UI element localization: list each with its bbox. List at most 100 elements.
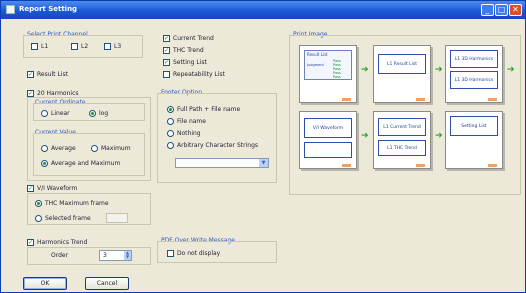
checkbox-box: ✓ — [163, 59, 170, 66]
order-label: Order — [51, 252, 69, 259]
radio-dot — [167, 106, 174, 113]
radio-label: Average — [51, 145, 76, 152]
radio-label: Average and Maximum — [51, 160, 121, 167]
radio-label: Linear — [51, 110, 70, 117]
page-tag — [416, 164, 425, 167]
radio-dot — [35, 200, 42, 207]
footer-fullpath-radio[interactable]: Full Path + File name — [167, 106, 240, 113]
panel-caption: Setting List — [450, 116, 498, 136]
page-tag — [488, 98, 497, 101]
checkbox-box: ✓ — [27, 239, 34, 246]
footer-string-dropdown[interactable]: ▼ — [175, 158, 269, 168]
selected-frame-input[interactable] — [106, 213, 128, 223]
radio-label: File name — [177, 118, 206, 125]
page-tag — [488, 164, 497, 167]
judgment-value: Pass — [333, 75, 341, 79]
checkbox-box: ✓ — [27, 90, 34, 97]
checkbox-label: Harmonics Trend — [37, 239, 88, 246]
cancel-button[interactable]: Cancel — [85, 277, 129, 290]
preview-panel-l1-harmonics: L1 3D Harmonics L1 3D Harmonics — [445, 45, 503, 103]
radio-label: Arbitrary Character Strings — [177, 142, 259, 149]
radio-dot — [41, 145, 48, 152]
page-tag — [342, 98, 351, 101]
radio-dot — [91, 145, 98, 152]
checkbox-box: ✓ — [27, 71, 34, 78]
value-maximum-radio[interactable]: Maximum — [91, 145, 131, 152]
channel-l1-checkbox[interactable]: L1 — [31, 43, 48, 50]
order-stepper[interactable]: 3 ▲ ▼ — [99, 250, 132, 261]
page-tag — [416, 98, 425, 101]
radio-label: THC Maximum frame — [45, 200, 109, 207]
thc-max-frame-radio[interactable]: THC Maximum frame — [35, 200, 109, 207]
checkbox-label: 20 Harmonics — [37, 90, 79, 97]
checkbox-box — [104, 43, 111, 50]
preview-panel-setting-list: Setting List — [445, 111, 503, 169]
ordinate-linear-radio[interactable]: Linear — [41, 110, 70, 117]
footer-arbitrary-radio[interactable]: Arbitrary Character Strings — [167, 142, 258, 149]
close-button[interactable]: ✕ — [509, 4, 522, 16]
checkbox-box — [167, 250, 174, 257]
panel-caption: L1 Result List — [378, 54, 426, 74]
checkbox-label: V/I Waveform — [37, 185, 78, 192]
thc-trend-checkbox[interactable]: ✓ THC Trend — [163, 47, 204, 54]
judgment-values: Pass Pass Pass Pass Pass — [333, 59, 341, 79]
footer-filename-radio[interactable]: File name — [167, 118, 206, 125]
harmonics-checkbox[interactable]: ✓ 20 Harmonics — [27, 90, 79, 97]
checkbox-label: L3 — [114, 43, 122, 50]
result-list-checkbox[interactable]: ✓ Result List — [27, 71, 68, 78]
setting-list-checkbox[interactable]: ✓ Setting List — [163, 59, 207, 66]
harmonics-trend-checkbox[interactable]: ✓ Harmonics Trend — [27, 239, 87, 246]
checkbox-box: ✓ — [163, 35, 170, 42]
maximize-button[interactable]: □ — [495, 4, 508, 16]
checkbox-label: Current Trend — [173, 35, 214, 42]
value-average-radio[interactable]: Average — [41, 145, 76, 152]
radio-label: Selected frame — [45, 215, 91, 222]
window-title: Report Setting — [19, 5, 78, 13]
panel-caption: L1 Current Trend — [378, 118, 426, 136]
radio-label: Full Path + File name — [177, 106, 241, 113]
title-bar[interactable]: Report Setting _ □ ✕ — [1, 1, 525, 19]
waveform-checkbox[interactable]: ✓ V/I Waveform — [27, 185, 77, 192]
judgment-caption: Judgment — [307, 63, 324, 67]
checkbox-label: Result List — [37, 71, 68, 78]
result-table: Result List Judgment Pass Pass Pass Pass… — [304, 50, 352, 80]
current-trend-checkbox[interactable]: ✓ Current Trend — [163, 35, 214, 42]
checkbox-label: Do not display — [177, 250, 221, 257]
checkbox-label: L2 — [81, 43, 89, 50]
checkbox-label: Setting List — [173, 59, 207, 66]
page-tag — [342, 164, 351, 167]
radio-dot — [167, 142, 174, 149]
result-table-title: Result List — [307, 52, 328, 57]
checkbox-label: L1 — [41, 43, 49, 50]
report-window-icon — [6, 5, 15, 14]
panel-caption: V/I Waveform — [304, 118, 352, 138]
minimize-button[interactable]: _ — [481, 4, 494, 16]
panel-caption: L1 3D Harmonics — [450, 71, 498, 89]
repeatability-list-checkbox[interactable]: Repeatability List — [163, 71, 225, 78]
value-avg-max-radio[interactable]: Average and Maximum — [41, 160, 120, 167]
ok-button[interactable]: OK — [23, 277, 67, 290]
checkbox-box: ✓ — [27, 185, 34, 192]
radio-dot — [167, 130, 174, 137]
selected-frame-radio[interactable]: Selected frame — [35, 215, 91, 222]
next-arrow-icon: ➔ — [361, 65, 369, 75]
radio-dot — [89, 110, 96, 117]
radio-label: Maximum — [101, 145, 131, 152]
radio-dot — [167, 118, 174, 125]
checkbox-label: Repeatability List — [173, 71, 225, 78]
report-setting-window: Report Setting _ □ ✕ Select Print Channe… — [0, 0, 526, 293]
channel-l3-checkbox[interactable]: L3 — [104, 43, 121, 50]
radio-dot — [41, 160, 48, 167]
checkbox-box — [163, 71, 170, 78]
panel-caption: L1 THC Trend — [378, 140, 426, 156]
checkbox-label: THC Trend — [173, 47, 204, 54]
chevron-down-icon[interactable]: ▼ — [259, 159, 268, 167]
next-arrow-icon: ➔ — [507, 65, 515, 75]
do-not-display-checkbox[interactable]: Do not display — [167, 250, 220, 257]
next-arrow-icon: ➔ — [361, 131, 369, 141]
spin-arrows-icon[interactable]: ▲ ▼ — [124, 251, 131, 260]
ordinate-log-radio[interactable]: log — [89, 110, 108, 117]
channel-l2-checkbox[interactable]: L2 — [71, 43, 88, 50]
footer-nothing-radio[interactable]: Nothing — [167, 130, 201, 137]
radio-dot — [35, 215, 42, 222]
